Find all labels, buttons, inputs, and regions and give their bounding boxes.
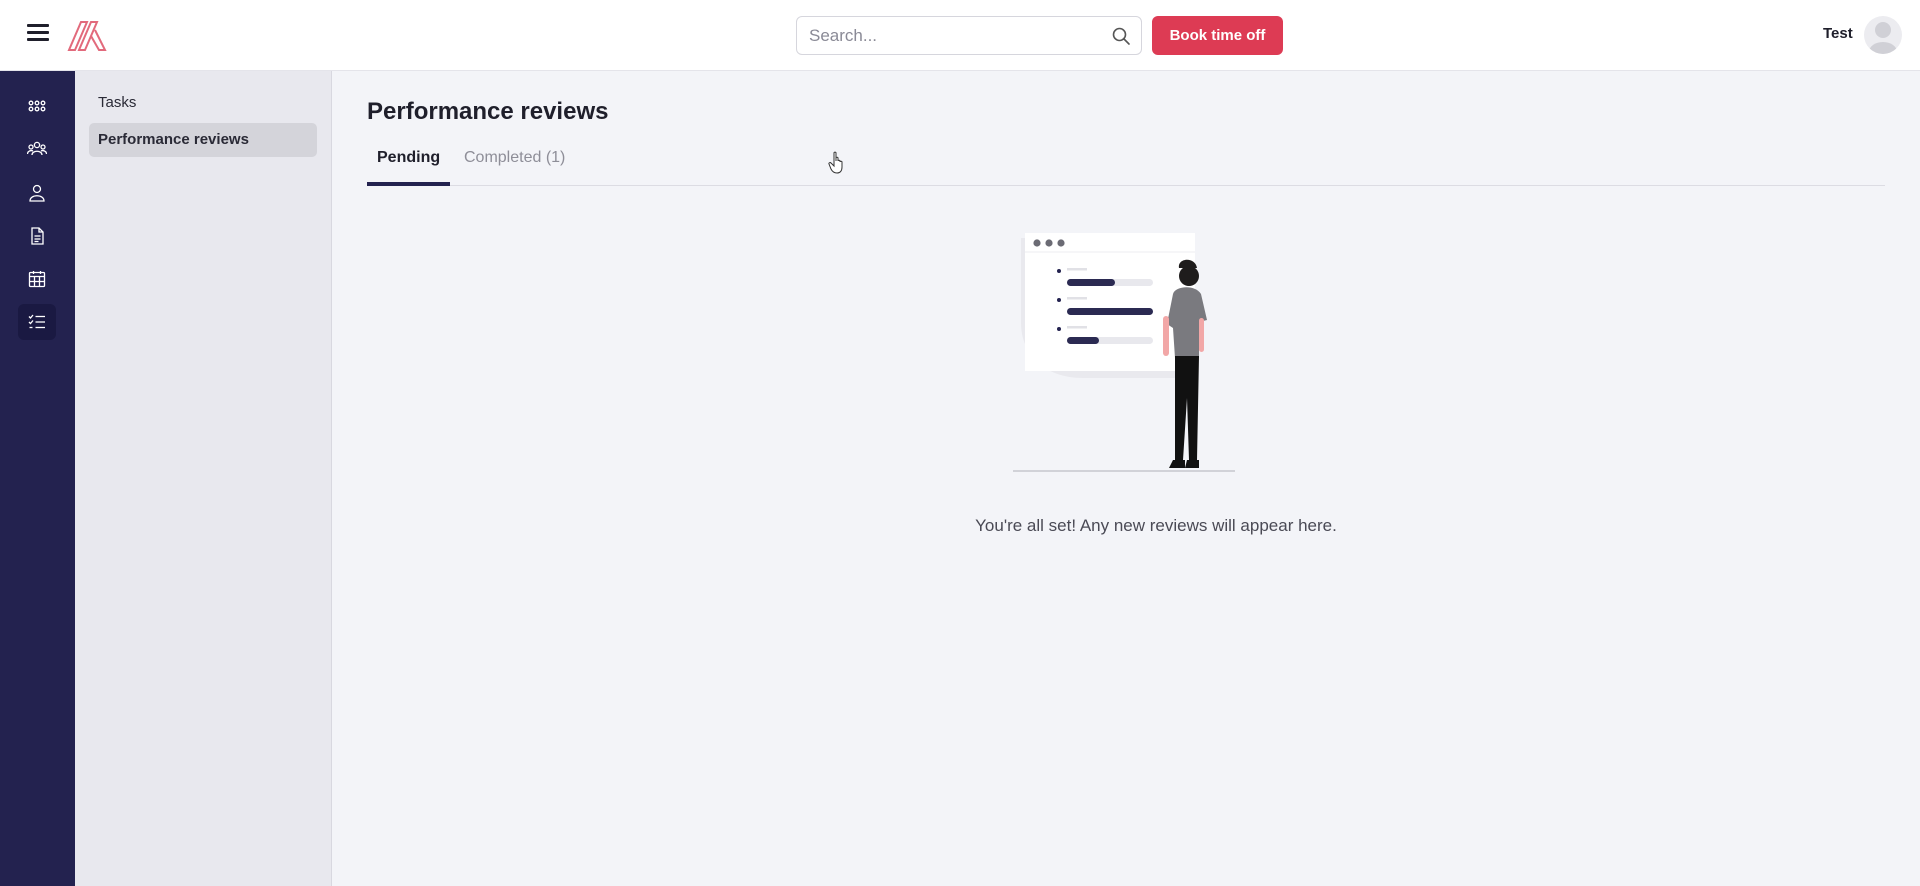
team-icon: [27, 141, 47, 156]
search-box[interactable]: [796, 16, 1142, 55]
empty-state-text: You're all set! Any new reviews will app…: [975, 516, 1337, 535]
rail-item-apps[interactable]: [18, 88, 56, 124]
top-bar: Book time off Test: [0, 0, 1920, 71]
empty-state-message: You're all set! Any new reviews will app…: [332, 516, 1920, 536]
brand-logo[interactable]: [67, 18, 107, 52]
user-name[interactable]: Test: [1823, 25, 1853, 42]
icon-rail: [0, 71, 75, 886]
search-icon[interactable]: [1111, 26, 1131, 46]
rail-item-tasks[interactable]: [18, 304, 56, 340]
rail-item-profile[interactable]: [18, 175, 56, 211]
rail-item-calendar[interactable]: [18, 261, 56, 297]
subnav-item-performance-reviews[interactable]: Performance reviews: [89, 123, 317, 157]
calendar-icon: [28, 271, 46, 288]
person-icon: [29, 184, 45, 202]
avatar[interactable]: [1864, 16, 1902, 54]
book-time-off-button[interactable]: Book time off: [1152, 16, 1283, 55]
user-avatar-icon: [1869, 22, 1897, 54]
checklist-icon: [28, 314, 45, 329]
tab-pending[interactable]: Pending: [367, 137, 450, 186]
secondary-sidebar: Tasks Performance reviews: [75, 71, 332, 886]
tab-completed[interactable]: Completed (1): [454, 137, 575, 186]
tab-bar: Pending Completed (1): [367, 137, 1885, 186]
menu-icon[interactable]: [27, 24, 49, 44]
apps-grid-icon: [28, 100, 46, 112]
empty-state-illustration: [1013, 233, 1235, 472]
hand-cursor-icon: [828, 151, 843, 174]
document-icon: [31, 227, 44, 245]
rail-item-documents[interactable]: [18, 218, 56, 254]
subnav-item-tasks[interactable]: Tasks: [89, 86, 317, 120]
page-title: Performance reviews: [367, 98, 609, 125]
main-content: Performance reviews Pending Completed (1…: [332, 71, 1920, 886]
rail-item-team[interactable]: [18, 131, 56, 167]
search-input[interactable]: [797, 17, 1097, 54]
